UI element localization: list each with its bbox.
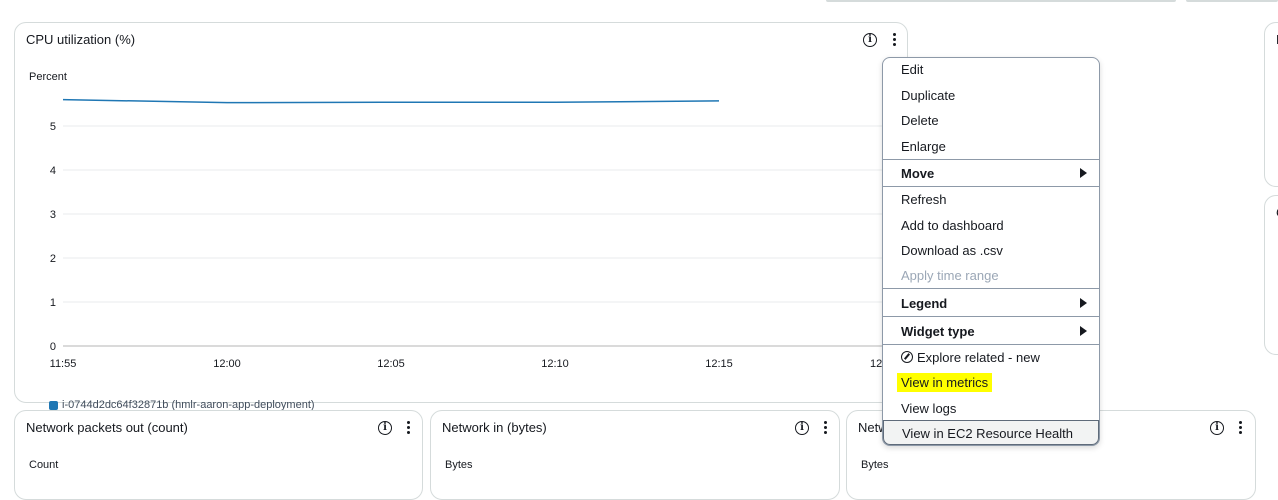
more-actions-icon[interactable] [406,421,412,435]
menu-item-legend[interactable]: Legend [901,296,947,311]
submenu-arrow-icon [1080,298,1087,308]
menu-divider [883,159,1099,160]
more-actions-icon[interactable] [1238,421,1244,435]
info-icon[interactable]: i [378,421,392,435]
network-packets-out-widget: Network packets out (count) i Count [14,410,423,500]
y-axis-unit-label: Bytes [445,459,473,471]
menu-item-move[interactable]: Move [901,166,934,181]
y-tick-label: 5 [50,121,56,133]
x-tick-label: 12:00 [213,358,241,370]
menu-item-view-logs[interactable]: View logs [901,401,956,416]
y-tick-label: 1 [50,297,56,309]
menu-divider [883,344,1099,345]
compass-icon [901,351,913,363]
menu-item-download-csv[interactable]: Download as .csv [901,243,1003,258]
menu-item-widget-type[interactable]: Widget type [901,324,975,339]
menu-divider [883,316,1099,317]
x-tick-label: 11:55 [50,358,77,370]
partial-widget: C [1264,195,1278,355]
more-actions-icon[interactable] [823,421,829,435]
y-tick-label: 2 [50,253,56,265]
menu-item-view-ec2-health[interactable]: View in EC2 Resource Health [883,420,1099,445]
menu-item-delete[interactable]: Delete [901,113,939,128]
y-axis-unit-label: Bytes [861,459,889,471]
info-icon[interactable]: i [1210,421,1224,435]
y-tick-label: 3 [50,209,56,221]
menu-item-apply-time-range: Apply time range [901,268,999,283]
info-icon[interactable]: i [795,421,809,435]
menu-item-add-to-dashboard[interactable]: Add to dashboard [901,218,1004,233]
submenu-arrow-icon [1080,168,1087,178]
y-axis-unit-label: Count [29,459,59,471]
widget-actions-menu: Edit Duplicate Delete Enlarge Move Refre… [882,57,1100,446]
y-tick-label: 4 [50,165,56,177]
menu-item-refresh[interactable]: Refresh [901,192,947,207]
menu-item-label: View in EC2 Resource Health [902,426,1074,441]
y-tick-label: 0 [50,341,56,353]
menu-item-explore-related[interactable]: Explore related - new [901,350,1040,365]
menu-item-label: Explore related - new [917,350,1040,365]
network-in-widget: Network in (bytes) i Bytes [430,410,840,500]
widget-title: Network in (bytes) [442,420,547,435]
menu-item-view-in-metrics[interactable]: View in metrics [897,373,993,392]
submenu-arrow-icon [1080,326,1087,336]
x-tick-label: 12:15 [705,358,733,370]
menu-divider [883,186,1099,187]
menu-item-duplicate[interactable]: Duplicate [901,88,955,103]
menu-item-enlarge[interactable]: Enlarge [901,139,946,154]
x-tick-label: 12:10 [541,358,569,370]
series-line [62,98,720,104]
partial-widget: N [1264,22,1278,187]
x-tick-label: 12:05 [377,358,405,370]
menu-item-edit[interactable]: Edit [901,62,923,77]
highlighted-label: View in metrics [897,373,993,392]
widget-title: Network packets out (count) [26,420,188,435]
menu-divider [883,288,1099,289]
